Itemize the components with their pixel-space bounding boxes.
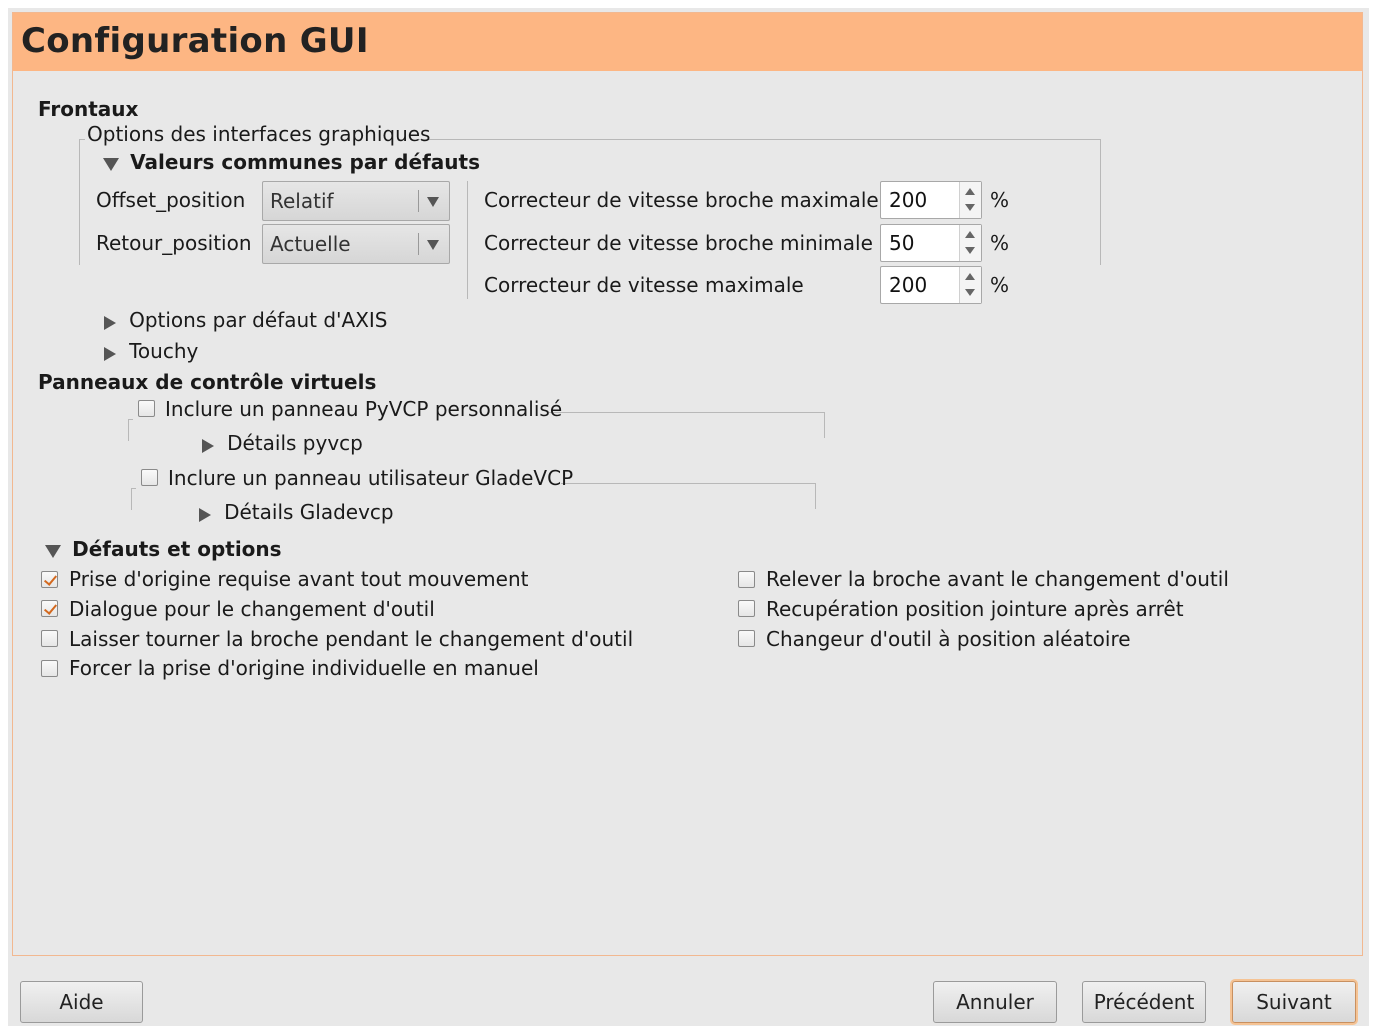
spindle-max-value: 200 (889, 188, 928, 212)
expander-right-icon (104, 346, 116, 361)
spin-up-icon[interactable] (965, 273, 975, 280)
axis-options-expander[interactable]: Options par défaut d'AXIS (104, 308, 388, 332)
cancel-button[interactable]: Annuler (933, 981, 1057, 1023)
combo-separator (418, 233, 419, 255)
pyvcp-frame-border-left (128, 419, 129, 441)
title-bar: Configuration GUI (13, 13, 1362, 71)
feed-max-spinbox[interactable]: 200 (880, 266, 982, 304)
config-window: Configuration GUI Frontaux Options des i… (8, 8, 1369, 1026)
spindle-min-spinbox[interactable]: 50 (880, 224, 982, 262)
spindle-max-unit: % (990, 188, 1010, 212)
pyvcp-checkbox-label[interactable]: Inclure un panneau PyVCP personnalisé (165, 397, 562, 421)
previous-button[interactable]: Précédent (1082, 981, 1206, 1023)
retour-position-label: Retour_position (96, 231, 252, 255)
defaults-options-label: Défauts et options (72, 537, 282, 561)
individual-homing-checkbox[interactable] (41, 660, 58, 677)
tool-change-dialog-label[interactable]: Dialogue pour le changement d'outil (69, 597, 435, 621)
random-toolchanger-checkbox[interactable] (738, 630, 755, 647)
spin-buttons[interactable] (959, 182, 981, 218)
spindle-min-unit: % (990, 231, 1010, 255)
common-defaults-label: Valeurs communes par défauts (130, 150, 480, 174)
offset-position-value: Relatif (270, 189, 334, 213)
glade-details-expander[interactable]: Détails Gladevcp (199, 500, 394, 524)
gui-frame-border-right (1100, 139, 1101, 265)
spindle-max-spinbox[interactable]: 200 (880, 181, 982, 219)
spin-up-icon[interactable] (965, 188, 975, 195)
raise-spindle-checkbox[interactable] (738, 571, 755, 588)
dropdown-arrow-icon (427, 240, 439, 250)
retour-position-combo[interactable]: Actuelle (262, 224, 450, 264)
pyvcp-checkbox[interactable] (138, 400, 155, 417)
retour-position-value: Actuelle (270, 232, 351, 256)
glade-frame-border-left (131, 488, 132, 510)
help-button[interactable]: Aide (20, 981, 143, 1023)
glade-details-label: Détails Gladevcp (224, 500, 394, 524)
feed-max-label: Correcteur de vitesse maximale (484, 273, 804, 297)
defaults-options-expander[interactable]: Défauts et options (45, 537, 282, 561)
panneaux-heading: Panneaux de contrôle virtuels (38, 370, 377, 394)
pyvcp-frame-border-right (824, 412, 825, 438)
offset-position-label: Offset_position (96, 188, 246, 212)
expander-down-icon (103, 158, 119, 171)
tool-change-dialog-checkbox[interactable] (41, 600, 58, 617)
spindle-run-label[interactable]: Laisser tourner la broche pendant le cha… (69, 627, 633, 651)
expander-down-icon (45, 545, 61, 558)
spindle-min-label: Correcteur de vitesse broche minimale (484, 231, 873, 255)
spindle-run-checkbox[interactable] (41, 630, 58, 647)
content-frame: Configuration GUI Frontaux Options des i… (12, 12, 1363, 956)
pyvcp-details-expander[interactable]: Détails pyvcp (202, 431, 363, 455)
feed-max-unit: % (990, 273, 1010, 297)
spin-down-icon[interactable] (965, 289, 975, 296)
spin-down-icon[interactable] (965, 247, 975, 254)
expander-right-icon (199, 507, 211, 522)
spindle-min-value: 50 (889, 231, 915, 255)
glade-frame-border-right (815, 483, 816, 509)
page-title: Configuration GUI (21, 21, 369, 61)
raise-spindle-label[interactable]: Relever la broche avant le changement d'… (766, 567, 1229, 591)
spin-buttons[interactable] (959, 267, 981, 303)
pyvcp-details-label: Détails pyvcp (227, 431, 363, 455)
restore-joint-checkbox[interactable] (738, 600, 755, 617)
individual-homing-label[interactable]: Forcer la prise d'origine individuelle e… (69, 656, 539, 680)
offset-position-combo[interactable]: Relatif (262, 181, 450, 221)
touchy-expander[interactable]: Touchy (104, 339, 198, 363)
spindle-max-label: Correcteur de vitesse broche maximale (484, 188, 879, 212)
combo-separator (418, 190, 419, 212)
pyvcp-frame-border-top (549, 412, 824, 413)
gui-frame-label: Options des interfaces graphiques (87, 122, 431, 146)
spin-buttons[interactable] (959, 225, 981, 261)
spin-up-icon[interactable] (965, 231, 975, 238)
common-defaults-expander[interactable]: Valeurs communes par défauts (103, 150, 480, 174)
touchy-label: Touchy (129, 339, 199, 363)
gui-frame-border-top (417, 139, 1100, 140)
expander-right-icon (202, 438, 214, 453)
glade-frame-border-left-top (131, 488, 136, 489)
random-toolchanger-label[interactable]: Changeur d'outil à position aléatoire (766, 627, 1131, 651)
restore-joint-label[interactable]: Recupération position jointure après arr… (766, 597, 1184, 621)
frontaux-heading: Frontaux (38, 97, 139, 121)
homing-required-label[interactable]: Prise d'origine requise avant tout mouve… (69, 567, 528, 591)
vertical-separator (467, 181, 468, 299)
feed-max-value: 200 (889, 273, 928, 297)
gui-frame-border-left (79, 139, 80, 265)
homing-required-checkbox[interactable] (41, 571, 58, 588)
next-button[interactable]: Suivant (1232, 981, 1356, 1023)
spin-down-icon[interactable] (965, 204, 975, 211)
pyvcp-frame-border-left-top (128, 419, 133, 420)
gladevcp-checkbox-label[interactable]: Inclure un panneau utilisateur GladeVCP (168, 466, 573, 490)
gladevcp-checkbox[interactable] (141, 469, 158, 486)
expander-right-icon (104, 315, 116, 330)
axis-options-label: Options par défaut d'AXIS (129, 308, 388, 332)
glade-frame-border-top (561, 483, 815, 484)
dropdown-arrow-icon (427, 197, 439, 207)
